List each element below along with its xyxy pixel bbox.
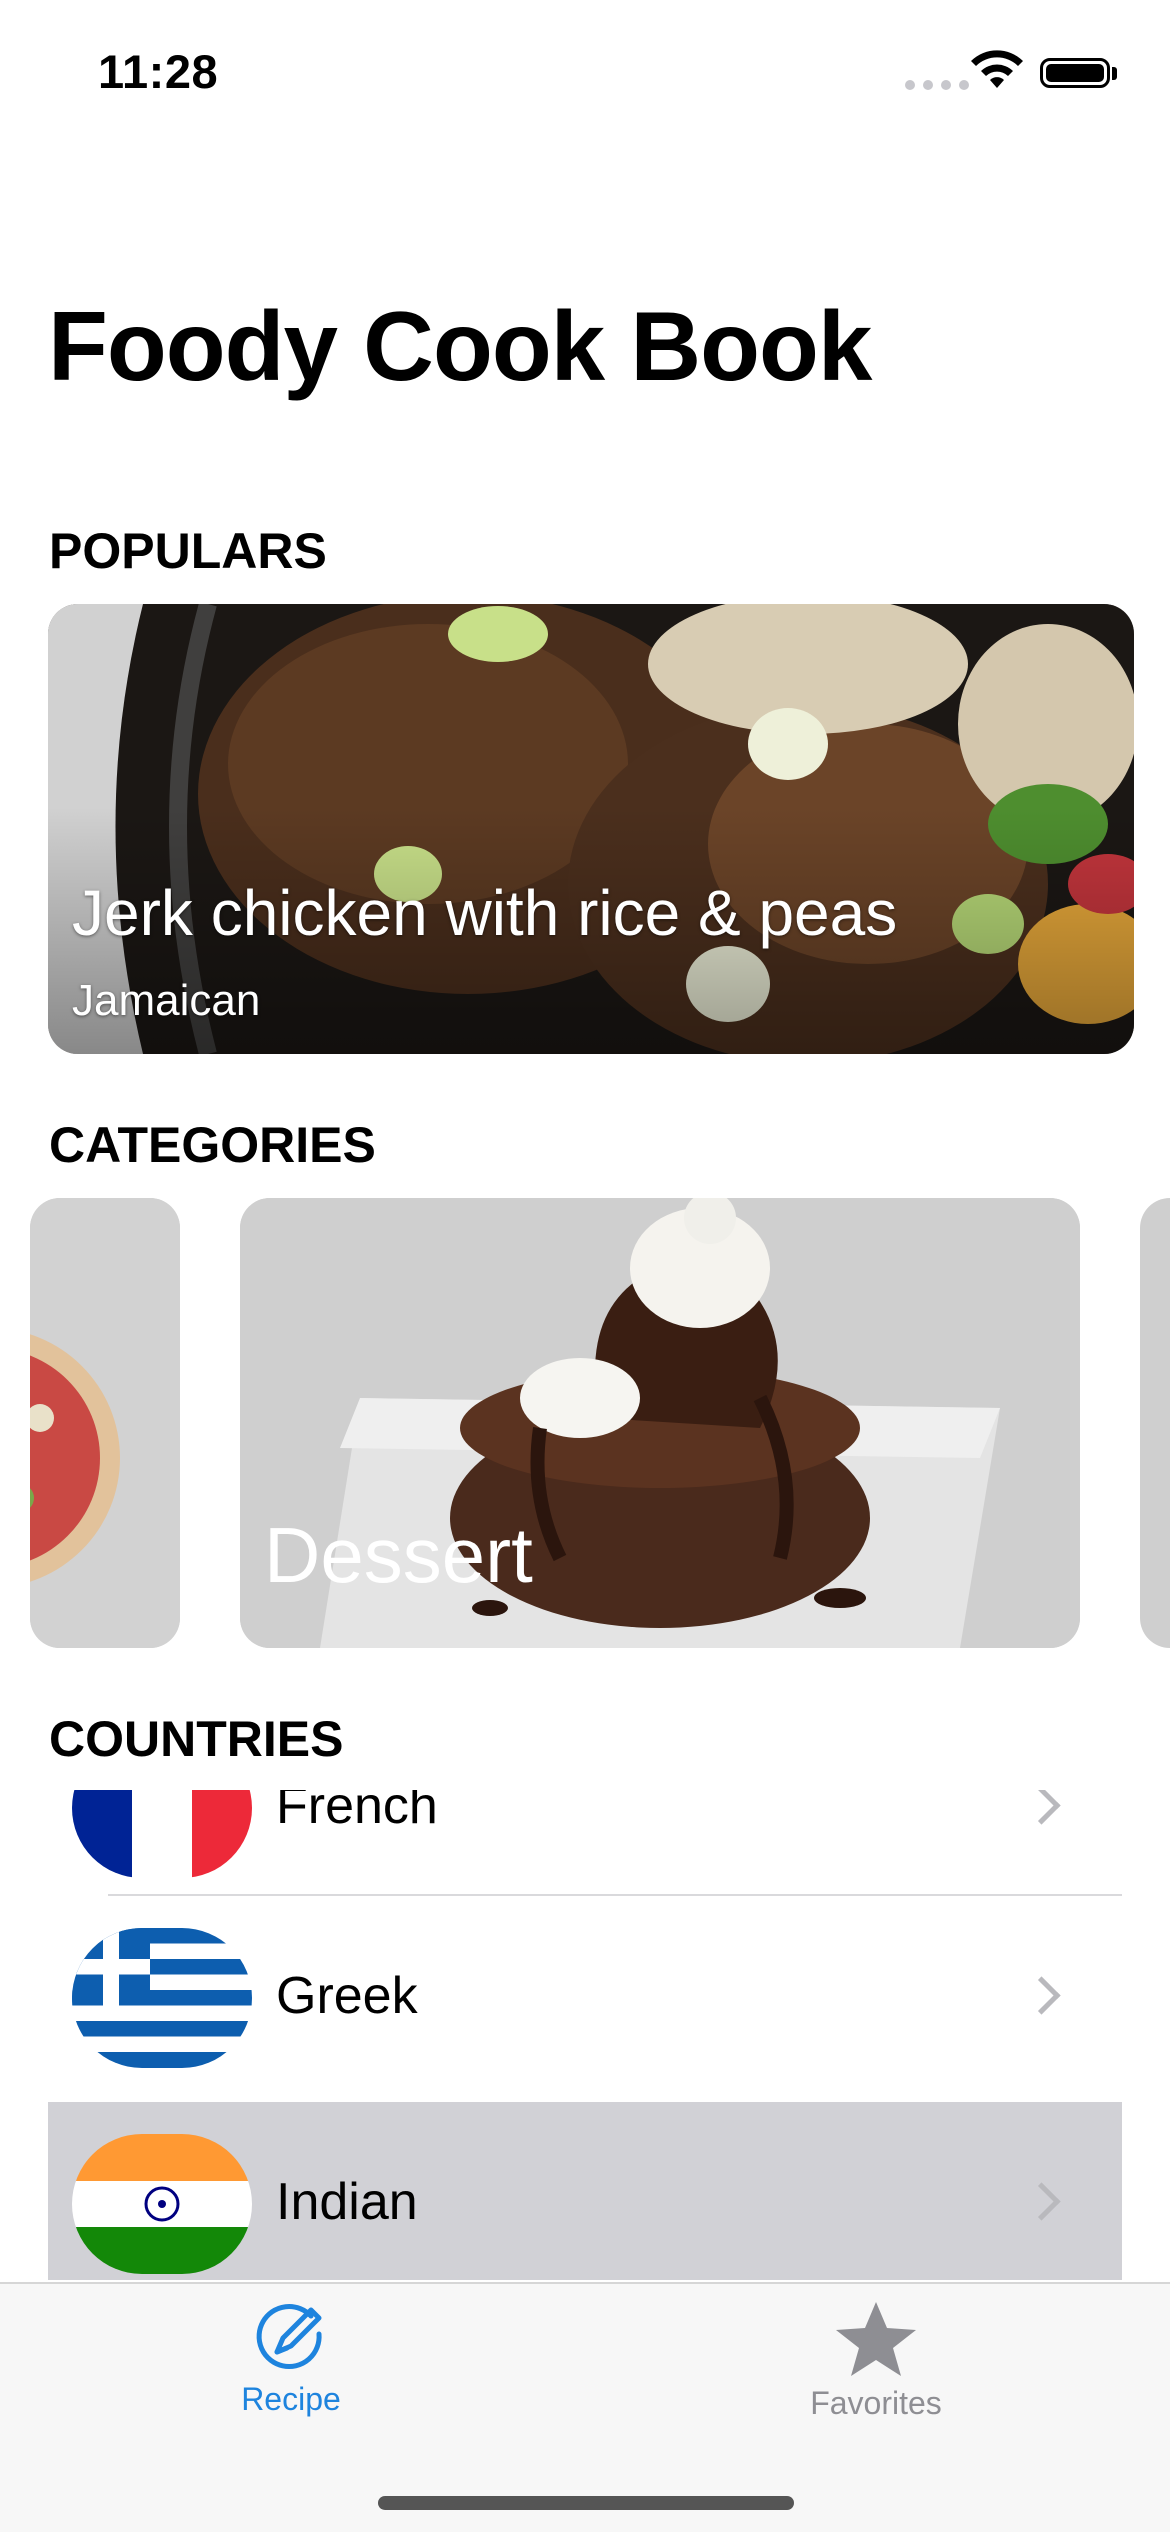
country-row-french[interactable]: French (48, 1790, 1122, 1910)
section-title-categories: CATEGORIES (49, 1117, 376, 1173)
recipe-pencil-icon (256, 2304, 322, 2370)
category-photo (30, 1198, 180, 1648)
battery-icon (1040, 58, 1110, 88)
country-name: French (276, 1790, 438, 1835)
section-title-populars: POPULARS (49, 523, 327, 579)
french-flag-icon (72, 1790, 252, 1878)
status-time: 11:28 (98, 45, 219, 98)
country-row-indian[interactable]: Indian (48, 2102, 1122, 2280)
category-card-partial-left[interactable] (30, 1198, 180, 1648)
tab-recipe[interactable]: Recipe (141, 2300, 441, 2418)
country-row-greek[interactable]: Greek (48, 1896, 1122, 2100)
tab-favorites[interactable]: Favorites (726, 2300, 1026, 2422)
greek-flag-icon (72, 1928, 252, 2068)
indian-flag-icon (72, 2134, 252, 2274)
battery-cap (1112, 67, 1117, 80)
category-card-partial-right[interactable] (1140, 1198, 1170, 1648)
wifi-icon (971, 50, 1023, 88)
category-card-dessert[interactable]: Dessert (240, 1198, 1080, 1648)
chevron-right-icon (1022, 1790, 1061, 1825)
page-title: Foody Cook Book (48, 291, 872, 401)
popular-recipe-card[interactable]: Jerk chicken with rice & peas Jamaican (48, 604, 1134, 1054)
cellular-signal-icon (905, 80, 969, 90)
countries-list[interactable]: French Greek Indian (48, 1790, 1122, 2280)
chevron-right-icon (1022, 2182, 1061, 2221)
section-title-countries: COUNTRIES (49, 1711, 344, 1767)
popular-recipe-country: Jamaican (72, 976, 261, 1025)
tab-label: Recipe (241, 2381, 341, 2417)
country-name: Indian (276, 2173, 418, 2231)
country-name: Greek (276, 1967, 418, 2025)
popular-recipe-name: Jerk chicken with rice & peas (72, 877, 898, 949)
chevron-right-icon (1022, 1976, 1061, 2015)
star-icon (836, 2302, 916, 2376)
tab-bar: Recipe Favorites (0, 2282, 1170, 2532)
home-indicator (378, 2496, 794, 2510)
category-label: Dessert (264, 1511, 533, 1599)
tab-label: Favorites (810, 2385, 942, 2421)
